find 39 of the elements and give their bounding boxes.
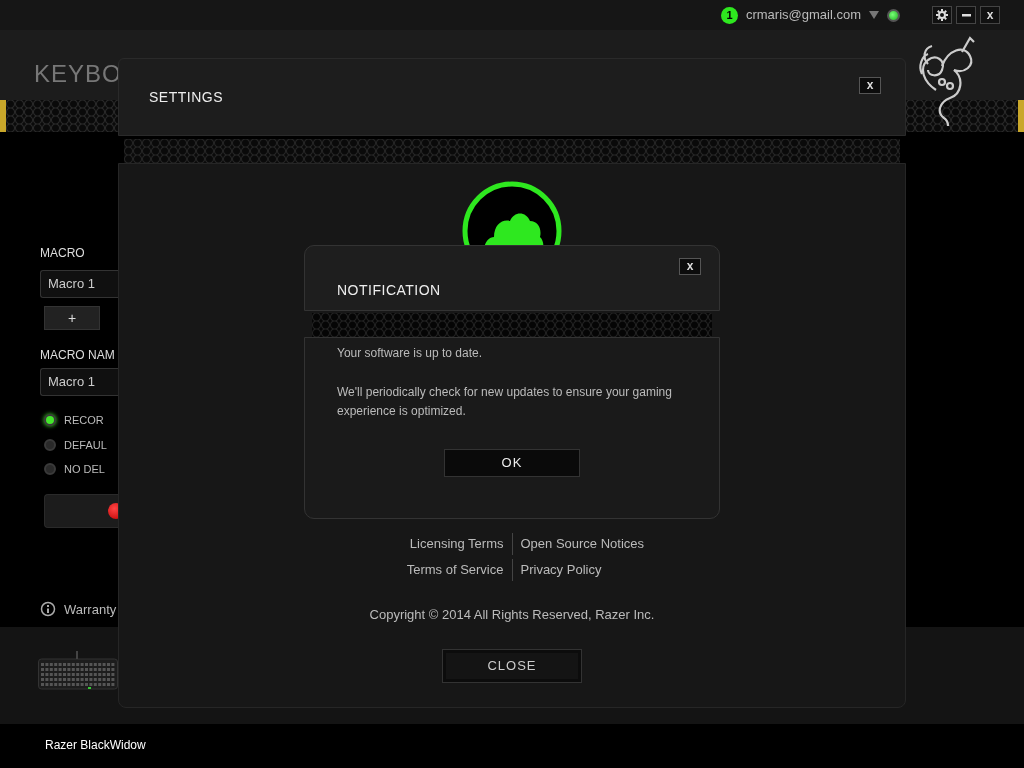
page-title: KEYBO [34, 59, 122, 89]
info-icon [40, 601, 56, 618]
dialog-title: SETTINGS [149, 87, 223, 107]
footer-link[interactable]: Privacy Policy [512, 560, 653, 580]
option-label: DEFAUL [64, 437, 107, 453]
message-text: We'll periodically check for new updates to ensure your gaming experience is optimized. [337, 384, 673, 420]
device-name: Razer BlackWidow [44, 737, 147, 754]
dismiss-button[interactable]: x [859, 76, 881, 94]
notification-count[interactable]: 1 [720, 6, 738, 24]
section-label: MACRO NAM [40, 347, 115, 364]
notification-title: NOTIFICATION [337, 280, 441, 300]
copyright-text: Copyright © 2014 All Rights Reserved, Razer Inc. [369, 606, 655, 624]
ok-button[interactable]: OK [444, 449, 580, 477]
status-indicator-icon [887, 8, 900, 22]
settings-icon [936, 9, 948, 21]
radio-button[interactable] [44, 463, 56, 476]
account-email[interactable]: crmaris@gmail.com [745, 5, 861, 25]
option-label: RECOR [64, 413, 104, 428]
dismiss-button[interactable]: x [679, 257, 701, 275]
dropdown-icon[interactable] [869, 11, 879, 19]
message-text: Your software is up to date. [337, 345, 483, 362]
dismiss-button[interactable]: x [980, 6, 1000, 24]
radio-button[interactable] [44, 438, 56, 451]
close-dialog-button[interactable]: CLOSE [442, 648, 582, 683]
footer-link[interactable]: Open Source Notices [512, 534, 653, 554]
keyboard-drawing[interactable] [38, 651, 118, 691]
record-button[interactable] [44, 493, 118, 528]
add-button[interactable]: + [44, 306, 100, 330]
settings-button[interactable] [932, 6, 952, 24]
macro-name-field[interactable]: Macro 1 [40, 368, 120, 396]
radio-button[interactable] [44, 414, 56, 427]
footer-link[interactable]: Terms of Service [371, 560, 512, 580]
option-label: NO DEL [64, 462, 105, 477]
warranty-link[interactable]: Warranty [64, 599, 117, 619]
footer-link[interactable]: Licensing Terms [371, 534, 512, 554]
minimize-button[interactable] [956, 6, 976, 24]
macro-dropdown[interactable]: Macro 1 [40, 270, 120, 298]
minimize-icon [961, 13, 971, 17]
section-label: MACRO [40, 245, 85, 262]
